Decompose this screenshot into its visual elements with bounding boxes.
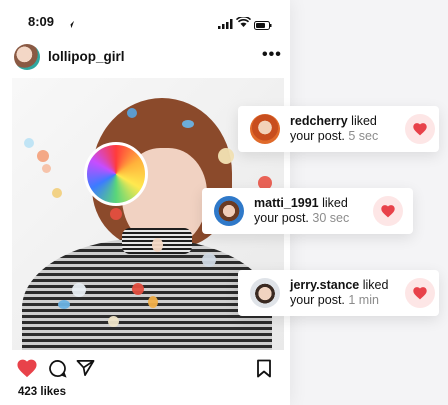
post-username[interactable]: lollipop_girl bbox=[48, 49, 125, 64]
notification-username: matti_1991 bbox=[254, 196, 319, 210]
confetti bbox=[152, 238, 163, 252]
wifi-icon bbox=[235, 15, 252, 33]
confetti bbox=[218, 148, 234, 164]
confetti bbox=[110, 208, 122, 220]
notification-heart-badge bbox=[405, 278, 435, 308]
notification-time: 1 min bbox=[348, 293, 379, 307]
notification-action: liked bbox=[351, 114, 377, 128]
like-notification[interactable]: jerry.stance liked your post. 1 min bbox=[238, 270, 439, 316]
notification-heart-badge bbox=[405, 114, 435, 144]
photo-sweater bbox=[22, 238, 272, 350]
confetti bbox=[127, 108, 137, 118]
lollipop-candy bbox=[84, 142, 148, 206]
notification-heart-badge bbox=[373, 196, 403, 226]
heart-icon bbox=[413, 123, 427, 136]
post-actions bbox=[0, 354, 290, 384]
status-bar: 8:09 bbox=[0, 0, 290, 40]
confetti bbox=[202, 253, 216, 267]
notification-action: liked bbox=[322, 196, 348, 210]
avatar bbox=[250, 114, 280, 144]
like-notification[interactable]: redcherry liked your post. 5 sec bbox=[238, 106, 439, 152]
confetti bbox=[148, 296, 158, 308]
cellular-signal-icon bbox=[218, 16, 233, 34]
notification-time: 30 sec bbox=[312, 211, 350, 225]
avatar bbox=[250, 278, 280, 308]
confetti bbox=[132, 283, 144, 295]
confetti bbox=[108, 316, 119, 327]
comment-icon[interactable] bbox=[48, 359, 67, 383]
likes-count[interactable]: 423 likes bbox=[18, 386, 66, 398]
notification-text: jerry.stance liked your post. 1 min bbox=[290, 278, 388, 308]
confetti bbox=[42, 164, 51, 173]
avatar bbox=[214, 196, 244, 226]
confetti bbox=[58, 300, 70, 309]
heart-icon bbox=[381, 205, 395, 218]
confetti bbox=[24, 138, 34, 148]
like-notification[interactable]: matti_1991 liked your post. 30 sec bbox=[202, 188, 413, 234]
notification-text: matti_1991 liked your post. 30 sec bbox=[254, 196, 349, 226]
notification-message: your post. bbox=[290, 293, 345, 307]
notification-action: liked bbox=[362, 278, 389, 292]
bookmark-icon[interactable] bbox=[256, 359, 272, 383]
post-header: lollipop_girl ••• bbox=[0, 40, 290, 74]
confetti bbox=[37, 150, 49, 162]
notification-message: your post. bbox=[254, 211, 309, 225]
share-icon[interactable] bbox=[76, 359, 95, 382]
notification-message: your post. bbox=[290, 129, 345, 143]
avatar[interactable] bbox=[14, 44, 40, 70]
battery-icon bbox=[254, 17, 272, 35]
notification-username: jerry.stance bbox=[290, 278, 360, 292]
confetti bbox=[182, 120, 194, 128]
notification-username: redcherry bbox=[290, 114, 348, 128]
more-options-icon[interactable]: ••• bbox=[262, 46, 282, 64]
heart-icon bbox=[413, 287, 427, 300]
notification-text: redcherry liked your post. 5 sec bbox=[290, 114, 378, 144]
heart-icon[interactable] bbox=[16, 358, 38, 383]
navigation-arrow-icon bbox=[66, 16, 75, 34]
confetti bbox=[72, 283, 86, 297]
confetti bbox=[52, 188, 62, 198]
status-time: 8:09 bbox=[28, 14, 55, 29]
notification-time: 5 sec bbox=[348, 129, 379, 143]
